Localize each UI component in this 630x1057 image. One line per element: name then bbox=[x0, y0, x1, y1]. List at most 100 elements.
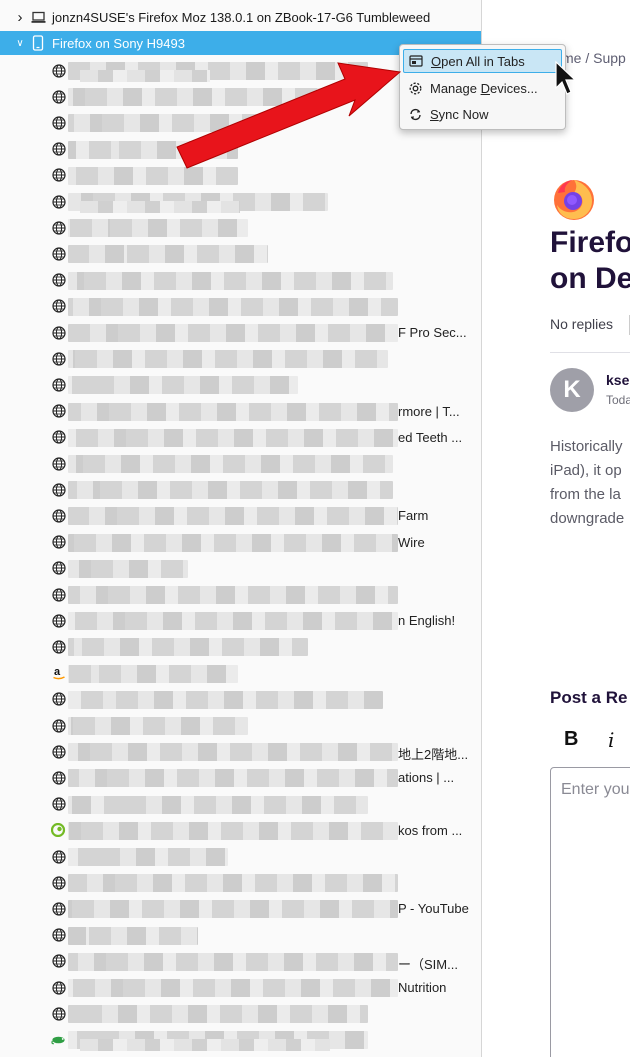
synced-tab-row[interactable] bbox=[0, 1054, 481, 1057]
redacted-title bbox=[68, 743, 398, 762]
synced-tab-row[interactable]: 地上2階地... bbox=[0, 739, 481, 765]
redacted-title bbox=[68, 114, 258, 133]
synced-tab-row[interactable]: ations | ... bbox=[0, 765, 481, 791]
opensuse-icon bbox=[51, 823, 66, 838]
redacted-title bbox=[68, 481, 393, 500]
redacted-title bbox=[68, 455, 393, 473]
globe-icon bbox=[51, 692, 66, 707]
menu-item-label: Sync Now bbox=[430, 106, 489, 122]
synced-tab-row[interactable]: Farm bbox=[0, 503, 481, 529]
globe-icon bbox=[51, 587, 66, 602]
author-name[interactable]: kse bbox=[606, 372, 629, 388]
synced-tab-row[interactable] bbox=[0, 163, 481, 189]
divider bbox=[550, 352, 630, 353]
synced-tab-row[interactable] bbox=[0, 1001, 481, 1027]
globe-icon bbox=[51, 89, 66, 104]
post-body-line: Historically bbox=[550, 438, 623, 455]
synced-tab-row[interactable] bbox=[0, 346, 481, 372]
redacted-title bbox=[68, 88, 328, 107]
synced-tab-row[interactable] bbox=[0, 582, 481, 608]
redacted-title bbox=[80, 70, 210, 82]
synced-tab-row[interactable]: F Pro Sec... bbox=[0, 320, 481, 346]
chevron-down-icon[interactable]: ∨ bbox=[14, 38, 26, 49]
redacted-title bbox=[68, 428, 398, 447]
synced-tab-row[interactable] bbox=[0, 215, 481, 241]
device-row[interactable]: › jonzn4SUSE's Firefox Moz 138.0.1 on ZBo… bbox=[0, 5, 481, 29]
sync-now-item[interactable]: Sync Now bbox=[403, 102, 560, 126]
synced-tab-row[interactable]: ed Teeth ... bbox=[0, 425, 481, 451]
redacted-title bbox=[68, 166, 238, 185]
synced-tab-row[interactable]: Wire bbox=[0, 530, 481, 556]
synced-tab-row[interactable]: Nutrition bbox=[0, 975, 481, 1001]
post-date: Toda bbox=[606, 393, 630, 407]
globe-icon bbox=[51, 797, 66, 812]
title-line-2: on De bbox=[550, 262, 630, 295]
redacted-title bbox=[68, 559, 188, 578]
chameleon-icon bbox=[51, 1032, 66, 1047]
tab-title-visible: Wire bbox=[398, 534, 425, 550]
breadcrumb[interactable]: me / Supp bbox=[562, 50, 626, 66]
globe-icon bbox=[51, 351, 66, 366]
avatar[interactable]: K bbox=[550, 368, 594, 412]
globe-icon bbox=[51, 561, 66, 576]
synced-tab-row[interactable] bbox=[0, 713, 481, 739]
synced-tab-row[interactable] bbox=[0, 189, 481, 215]
tab-title-visible: n English! bbox=[398, 613, 456, 629]
synced-tab-row[interactable] bbox=[0, 137, 481, 163]
redacted-title bbox=[68, 324, 398, 342]
synced-tab-row[interactable] bbox=[0, 923, 481, 949]
italic-button[interactable]: i bbox=[608, 728, 614, 752]
chevron-right-icon[interactable]: › bbox=[14, 9, 26, 26]
synced-tab-row[interactable]: rmore | T... bbox=[0, 399, 481, 425]
globe-icon bbox=[51, 613, 66, 628]
synced-tab-row[interactable] bbox=[0, 294, 481, 320]
globe-icon bbox=[51, 194, 66, 209]
post-body-line: from the la bbox=[550, 486, 621, 503]
globe-icon bbox=[51, 220, 66, 235]
globe-icon bbox=[51, 875, 66, 890]
reply-editor[interactable]: Enter you bbox=[550, 767, 630, 1057]
synced-tab-row[interactable] bbox=[0, 792, 481, 818]
post-body-line: iPad), it op bbox=[550, 462, 622, 479]
synced-tab-row[interactable] bbox=[0, 634, 481, 660]
redacted-title bbox=[68, 402, 398, 421]
synced-tab-row[interactable] bbox=[0, 687, 481, 713]
device-name: Firefox on Sony H9493 bbox=[52, 35, 185, 51]
synced-tab-row[interactable]: P - YouTube bbox=[0, 896, 481, 922]
menu-item-label: Open All in Tabs bbox=[431, 53, 525, 69]
synced-tab-row[interactable]: ー（SIM... bbox=[0, 949, 481, 975]
tab-title-visible: 地上2階地... bbox=[398, 747, 469, 763]
synced-tab-row[interactable] bbox=[0, 451, 481, 477]
globe-icon bbox=[51, 273, 66, 288]
svg-text:a: a bbox=[54, 666, 61, 678]
amazon-icon: a bbox=[51, 666, 66, 681]
redacted-title bbox=[68, 795, 368, 814]
globe-icon bbox=[51, 142, 66, 157]
synced-tab-row[interactable] bbox=[0, 372, 481, 398]
synced-tab-row[interactable] bbox=[0, 241, 481, 267]
synced-tab-row[interactable]: a bbox=[0, 661, 481, 687]
redacted-title bbox=[68, 821, 398, 840]
manage-devices-item[interactable]: Manage Devices... bbox=[403, 76, 560, 100]
synced-tab-row[interactable] bbox=[0, 844, 481, 870]
synced-tab-row[interactable] bbox=[0, 556, 481, 582]
redacted-title bbox=[68, 1005, 368, 1024]
tab-title-visible: kos from ... bbox=[398, 822, 463, 838]
synced-tab-row[interactable] bbox=[0, 870, 481, 896]
globe-icon bbox=[51, 377, 66, 392]
redacted-title bbox=[68, 533, 398, 552]
synced-tab-row[interactable] bbox=[0, 477, 481, 503]
globe-icon bbox=[51, 430, 66, 445]
page-title: Firefo on De bbox=[550, 225, 630, 297]
open-tabs-icon bbox=[408, 53, 424, 69]
open-all-in-tabs-item[interactable]: Open All in Tabs bbox=[403, 49, 562, 73]
redacted-title bbox=[68, 848, 228, 866]
synced-tab-row[interactable]: kos from ... bbox=[0, 818, 481, 844]
bold-button[interactable]: B bbox=[564, 728, 578, 751]
redacted-title bbox=[68, 690, 383, 709]
synced-tab-row[interactable] bbox=[0, 268, 481, 294]
tab-title-visible: Farm bbox=[398, 508, 429, 524]
tab-title-visible: F Pro Sec... bbox=[398, 325, 467, 340]
synced-tab-row[interactable]: n English! bbox=[0, 608, 481, 634]
synced-tab-row[interactable] bbox=[0, 1027, 481, 1053]
